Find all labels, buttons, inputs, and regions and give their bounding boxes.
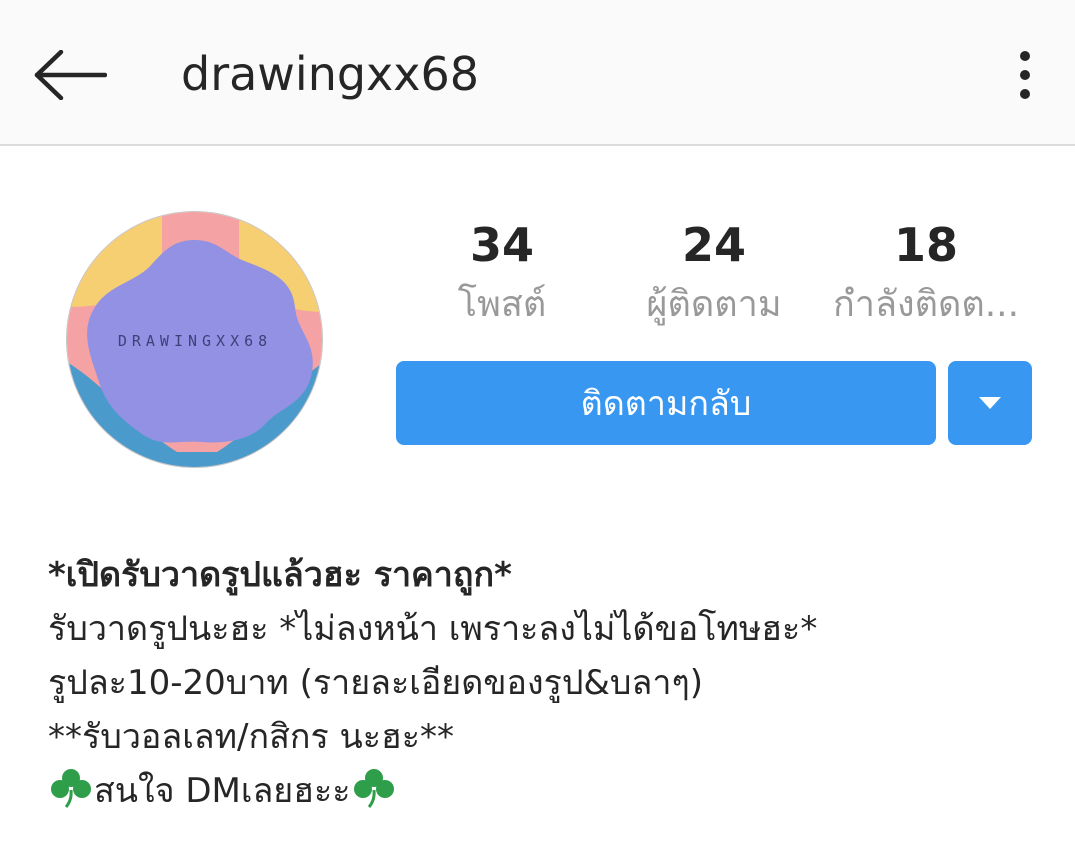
more-vertical-icon-dot	[1020, 70, 1030, 80]
more-options-button[interactable]	[1000, 40, 1050, 110]
profile-bio: *เปิดรับวาดรูปแล้วฮะ ราคาถูก* รับวาดรูปน…	[48, 548, 1048, 824]
profile-stats: 34 โพสต์ 24 ผู้ติดตาม 18 กำลังติดต...	[396, 215, 1032, 345]
stat-posts-value: 34	[469, 218, 534, 272]
stat-following-value: 18	[893, 218, 958, 272]
bio-line-5: สนใจ DMเลยฮะะ	[94, 771, 351, 811]
arrow-left-icon	[34, 50, 107, 100]
avatar[interactable]: DRAWINGXX68	[66, 211, 323, 468]
follow-back-label: ติดตามกลับ	[580, 384, 752, 424]
bio-line-5-row: สนใจ DMเลยฮะะ	[48, 764, 1048, 824]
top-app-bar: drawingxx68	[0, 0, 1075, 146]
bio-line-3: รูปละ10-20บาท (รายละเอียดของรูป&บลาๆ)	[48, 663, 703, 703]
bio-line-2: รับวาดรูปนะฮะ *ไม่ลงหน้า เพราะลงไม่ได้ขอ…	[48, 609, 818, 649]
avatar-image: DRAWINGXX68	[67, 212, 322, 467]
more-vertical-icon-dot	[1020, 89, 1030, 99]
follow-back-button[interactable]: ติดตามกลับ	[396, 361, 936, 445]
stat-following[interactable]: 18 กำลังติดต...	[820, 215, 1032, 335]
back-button[interactable]	[30, 40, 110, 110]
stat-posts-label: โพสต์	[457, 284, 547, 325]
shamrock-icon	[351, 768, 397, 824]
avatar-text: DRAWINGXX68	[118, 332, 272, 350]
profile-username: drawingxx68	[181, 47, 480, 101]
bio-line-1: *เปิดรับวาดรูปแล้วฮะ ราคาถูก*	[48, 555, 512, 595]
caret-down-icon	[979, 397, 1001, 409]
bio-line-4: **รับวอลเลท/กสิกร นะฮะ**	[48, 717, 455, 757]
more-vertical-icon	[1020, 51, 1030, 61]
shamrock-icon	[48, 768, 94, 824]
stat-followers-value: 24	[681, 218, 746, 272]
suggestions-dropdown-button[interactable]	[948, 361, 1032, 445]
stat-following-label: กำลังติดต...	[832, 284, 1020, 325]
stat-followers[interactable]: 24 ผู้ติดตาม	[608, 215, 820, 335]
stat-followers-label: ผู้ติดตาม	[646, 284, 782, 325]
stat-posts[interactable]: 34 โพสต์	[396, 215, 608, 335]
